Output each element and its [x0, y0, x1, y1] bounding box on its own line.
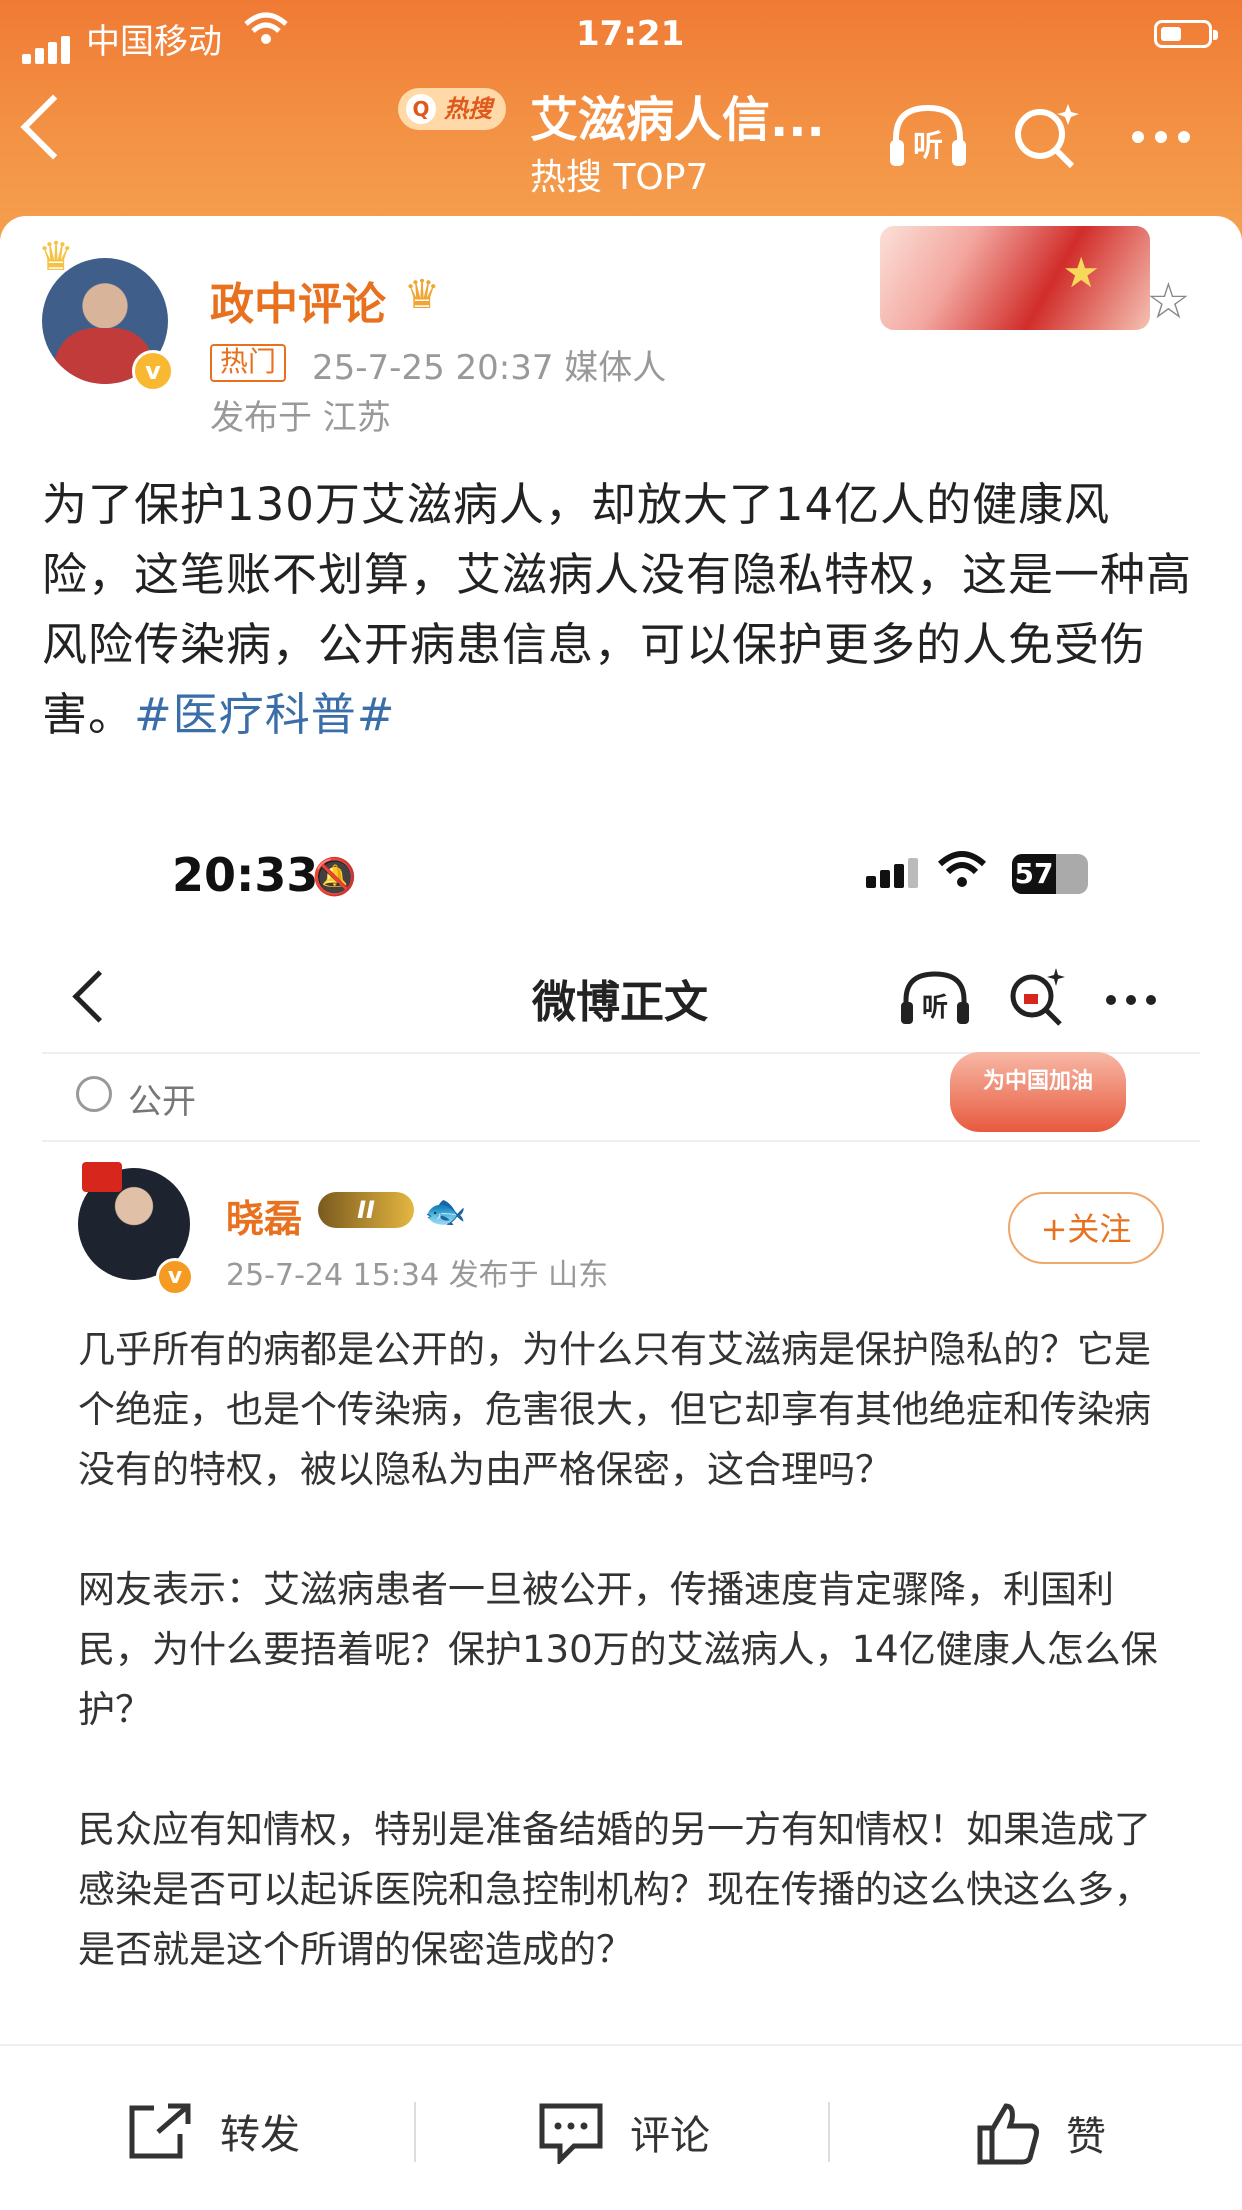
star-emblem-icon: ★: [1062, 248, 1100, 297]
screenshot-paragraph: 民众应有知情权，特别是准备结婚的另一方有知情权！如果造成了感染是否可以起诉医院和…: [78, 1808, 1151, 1971]
battery-icon: [1154, 20, 1218, 48]
page-subtitle: 热搜 TOP7: [530, 157, 709, 198]
like-label: 赞: [1066, 2114, 1106, 2160]
status-time: 17:21: [576, 14, 685, 54]
screenshot-paragraph: 几乎所有的病都是公开的，为什么只有艾滋病是保护隐私的？它是个绝症，也是个传染病，…: [78, 1328, 1151, 1491]
post-meta: 25-7-25 20:37 媒体人: [312, 348, 667, 388]
screenshot-body: 几乎所有的病都是公开的，为什么只有艾滋病是保护隐私的？它是个绝症，也是个传染病，…: [78, 1320, 1168, 2040]
level-badge: II: [318, 1192, 414, 1228]
thumbs-up-icon: [976, 2102, 1040, 2176]
visibility-label: 公开: [128, 1082, 196, 1122]
screenshot-more-icon: [1106, 990, 1166, 1009]
china-flag-icon: [82, 1162, 122, 1192]
decorative-banner-image: ★: [880, 226, 1150, 330]
status-bar: 中国移动 17:21: [0, 10, 1242, 64]
separator: [828, 2102, 830, 2162]
globe-icon: [76, 1076, 112, 1112]
repost-label: 转发: [220, 2112, 300, 2158]
share-icon: [124, 2102, 194, 2172]
author-name[interactable]: 政中评论: [210, 268, 386, 332]
like-button[interactable]: 赞: [976, 2102, 1106, 2176]
battery-level: 57: [1012, 854, 1056, 894]
search-icon: Q: [406, 94, 436, 124]
back-button[interactable]: [20, 94, 86, 160]
screenshot-verified-icon: v: [156, 1258, 194, 1296]
listen-label: 听: [913, 129, 943, 164]
fish-badge-icon: 🐟: [424, 1192, 467, 1232]
screenshot-title: 微博正文: [532, 977, 708, 1028]
wifi-icon: [244, 12, 288, 55]
screenshot-meta: 25-7-24 15:34 发布于 山东: [226, 1258, 609, 1293]
screenshot-author-name: 晓磊: [226, 1197, 303, 1241]
screenshot-scan-icon: [1006, 966, 1066, 1028]
screenshot-time: 20:33: [172, 848, 319, 902]
hot-tag: 热门: [210, 344, 287, 382]
member-crown-icon: ♛: [404, 272, 440, 318]
action-bar: 转发 评论 赞: [0, 2044, 1242, 2210]
comment-button[interactable]: 评论: [538, 2102, 710, 2174]
comment-icon: [538, 2102, 604, 2174]
more-options-icon[interactable]: [1132, 128, 1202, 144]
screenshot-signal-icon: [866, 858, 922, 888]
divider: [42, 1140, 1200, 1142]
screenshot-listen-icon: 听: [898, 968, 972, 1028]
listen-headphone-icon[interactable]: 听: [886, 100, 970, 172]
page-title: 艾滋病人信...: [530, 92, 825, 148]
post-text: 为了保护130万艾滋病人，却放大了14亿人的健康风险，这笔账不划算，艾滋病人没有…: [42, 470, 1202, 750]
favorite-star-icon[interactable]: ☆: [1146, 272, 1191, 330]
hot-search-badge[interactable]: Q 热搜: [398, 88, 506, 130]
screenshot-battery: 57: [1012, 854, 1088, 894]
follow-button: +关注: [1008, 1192, 1164, 1264]
comment-label: 评论: [630, 2113, 710, 2159]
screenshot-paragraph: 网友表示：艾滋病患者一旦被公开，传播速度肯定骤降，利国利民，为什么要捂着呢？保护…: [78, 1568, 1158, 1731]
carrier-name: 中国移动: [86, 22, 222, 62]
scan-search-icon[interactable]: [1010, 100, 1080, 172]
repost-button[interactable]: 转发: [124, 2102, 300, 2172]
cheer-banner: 为中国加油: [950, 1052, 1126, 1132]
post-location: 发布于 江苏: [210, 398, 391, 438]
screenshot-listen-label: 听: [922, 993, 948, 1023]
verified-badge-icon: v: [132, 350, 174, 392]
separator: [414, 2102, 416, 2162]
header-bar: 中国移动 17:21 Q 热搜 艾滋病人信... 热搜 TOP7 听: [0, 0, 1242, 240]
signal-icon: [22, 24, 74, 64]
screenshot-wifi-icon: [937, 850, 987, 901]
hashtag-link[interactable]: #医疗科普#: [134, 688, 395, 741]
mute-bell-icon: 🔕: [312, 857, 357, 898]
hot-badge-label: 热搜: [444, 95, 492, 123]
